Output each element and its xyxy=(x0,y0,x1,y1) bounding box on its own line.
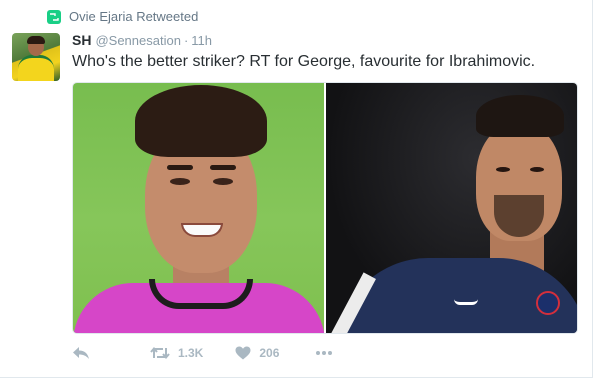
photo-left-hair xyxy=(135,85,267,157)
author-handle[interactable]: @Sennesation xyxy=(95,33,180,48)
retweet-badge-icon xyxy=(47,9,61,24)
tweet-actions: 1.3K 206 xyxy=(72,342,333,364)
tweet-timestamp[interactable]: 11h xyxy=(191,33,212,48)
retweet-count: 1.3K xyxy=(178,346,204,360)
photo-right-hair xyxy=(476,95,564,137)
like-count: 206 xyxy=(259,346,280,360)
retweet-context-label[interactable]: Ovie Ejaria Retweeted xyxy=(69,9,198,24)
media-photo-left[interactable] xyxy=(73,83,324,333)
header-separator: · xyxy=(183,33,189,48)
photo-left-collar xyxy=(149,279,253,309)
retweet-context[interactable]: Ovie Ejaria Retweeted xyxy=(47,9,198,24)
photo-left-brow xyxy=(210,165,236,170)
author-name[interactable]: SH xyxy=(72,32,91,48)
reply-icon xyxy=(72,346,90,360)
heart-icon xyxy=(235,346,251,360)
avatar[interactable] xyxy=(12,33,60,81)
avatar-shirt xyxy=(18,55,54,81)
photo-right-eye xyxy=(530,167,544,172)
photo-right-crest xyxy=(536,291,560,315)
photo-left-eye xyxy=(170,178,190,185)
tweet-header: SH @Sennesation · 11h xyxy=(72,32,212,48)
more-icon xyxy=(315,350,333,356)
tweet-media[interactable] xyxy=(72,82,578,334)
tweet-card[interactable]: Ovie Ejaria Retweeted SH @Sennesation · … xyxy=(0,0,593,378)
photo-left-eye xyxy=(213,178,233,185)
reply-button[interactable] xyxy=(72,346,96,360)
like-button[interactable]: 206 xyxy=(235,346,279,360)
photo-left-brow xyxy=(167,165,193,170)
media-photo-right[interactable] xyxy=(326,83,577,333)
retweet-icon xyxy=(150,346,170,360)
tweet-text: Who's the better striker? RT for George,… xyxy=(72,53,536,70)
photo-right-eye xyxy=(496,167,510,172)
avatar-hair xyxy=(27,36,45,44)
photo-right-logo xyxy=(454,299,478,305)
more-button[interactable] xyxy=(315,350,333,356)
retweet-button[interactable]: 1.3K xyxy=(150,346,203,360)
